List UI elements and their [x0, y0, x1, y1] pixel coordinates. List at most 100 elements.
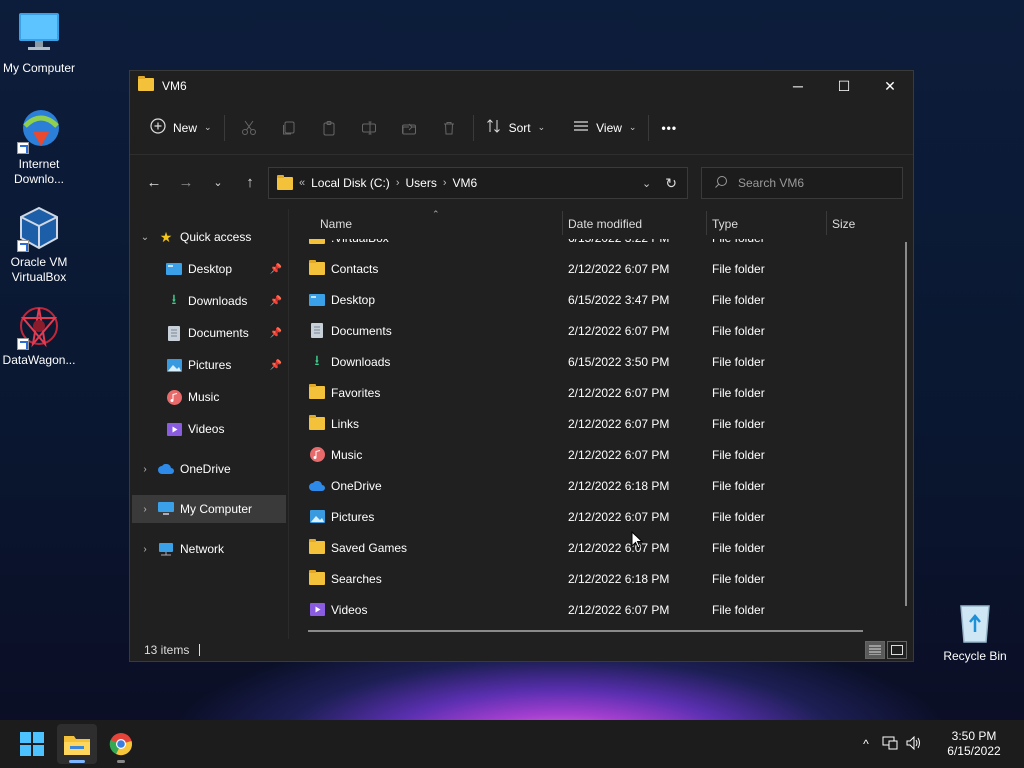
- nav-pictures[interactable]: Pictures 📌: [132, 351, 286, 379]
- column-header-size[interactable]: Size: [832, 217, 855, 231]
- network-icon[interactable]: [878, 736, 902, 753]
- file-name-cell[interactable]: Music: [308, 447, 362, 462]
- pane-divider[interactable]: [288, 209, 289, 639]
- close-button[interactable]: ✕: [867, 71, 913, 101]
- file-name-cell[interactable]: OneDrive: [308, 479, 382, 493]
- back-button[interactable]: ←: [138, 166, 170, 198]
- navigation-pane: ⌄ ★ Quick access Desktop 📌 ⭳ Downloads 📌…: [130, 213, 288, 638]
- file-name-cell[interactable]: Searches: [308, 570, 382, 586]
- nav-onedrive[interactable]: › OneDrive: [132, 455, 286, 483]
- file-name-cell[interactable]: Contacts: [308, 260, 378, 276]
- desktop-icon-datawagon[interactable]: DataWagon...: [0, 302, 78, 368]
- show-hidden-icons-chevron-icon[interactable]: ^: [854, 737, 878, 751]
- expand-chevron-icon[interactable]: ›: [132, 504, 158, 515]
- file-row[interactable]: Videos 2/12/2022 6:07 PM File folder: [290, 594, 900, 625]
- copy-icon[interactable]: [269, 112, 309, 144]
- breadcrumb-separator[interactable]: ›: [443, 177, 447, 189]
- tiles-view-toggle[interactable]: [887, 641, 907, 659]
- address-dropdown-icon[interactable]: ⌄: [642, 177, 651, 190]
- up-button[interactable]: ↑: [234, 166, 266, 198]
- file-row[interactable]: Links 2/12/2022 6:07 PM File folder: [290, 408, 900, 439]
- file-type: File folder: [712, 447, 765, 462]
- recent-locations-button[interactable]: ⌄: [202, 166, 234, 198]
- paste-icon[interactable]: [309, 112, 349, 144]
- refresh-icon[interactable]: ↻: [665, 175, 677, 192]
- taskbar-chrome[interactable]: [101, 724, 141, 764]
- breadcrumb-users[interactable]: Users: [405, 176, 436, 190]
- file-name-cell[interactable]: Documents: [308, 323, 392, 338]
- cut-icon[interactable]: [229, 112, 269, 144]
- file-type: File folder: [712, 416, 765, 431]
- expand-chevron-icon[interactable]: ›: [132, 544, 158, 555]
- address-bar[interactable]: « Local Disk (C:) › Users › VM6 ⌄ ↻: [268, 167, 688, 199]
- column-divider[interactable]: [826, 211, 827, 235]
- start-button[interactable]: [12, 724, 52, 764]
- file-name-cell[interactable]: Saved Games: [308, 539, 408, 555]
- search-input[interactable]: Search VM6: [738, 176, 804, 190]
- file-row[interactable]: Saved Games 2/12/2022 6:07 PM File folder: [290, 532, 900, 563]
- file-row[interactable]: OneDrive 2/12/2022 6:18 PM File folder: [290, 470, 900, 501]
- search-box[interactable]: Search VM6: [701, 167, 903, 199]
- file-type: File folder: [712, 478, 765, 493]
- file-row[interactable]: Searches 2/12/2022 6:18 PM File folder: [290, 563, 900, 594]
- file-row[interactable]: Favorites 2/12/2022 6:07 PM File folder: [290, 377, 900, 408]
- nav-my-computer[interactable]: › My Computer: [132, 495, 286, 523]
- desktop-icon-my-computer[interactable]: My Computer: [0, 10, 78, 76]
- maximize-button[interactable]: ☐: [821, 71, 867, 101]
- horizontal-scrollbar[interactable]: [308, 630, 863, 632]
- nav-documents[interactable]: Documents 📌: [132, 319, 286, 347]
- desktop-icon-internet-download-manager[interactable]: Internet Downlo...: [0, 106, 78, 187]
- nav-desktop[interactable]: Desktop 📌: [132, 255, 286, 283]
- column-divider[interactable]: [562, 211, 563, 235]
- file-name-cell[interactable]: Favorites: [308, 384, 380, 400]
- share-icon[interactable]: [389, 112, 429, 144]
- title-bar[interactable]: VM6 ─ ☐ ✕: [130, 71, 913, 101]
- minimize-button[interactable]: ─: [775, 71, 821, 101]
- breadcrumb-separator[interactable]: ›: [396, 177, 400, 189]
- column-header-type[interactable]: Type: [712, 217, 738, 231]
- file-name-cell[interactable]: Pictures: [308, 510, 374, 524]
- file-name-cell[interactable]: Desktop: [308, 293, 375, 307]
- desktop-icon-recycle-bin[interactable]: Recycle Bin: [936, 598, 1014, 664]
- breadcrumb-local-disk[interactable]: Local Disk (C:): [311, 176, 390, 190]
- overflow-chevron-icon[interactable]: «: [299, 177, 305, 189]
- nav-videos[interactable]: Videos: [132, 415, 286, 443]
- nav-quick-access[interactable]: ⌄ ★ Quick access: [132, 223, 286, 251]
- column-divider[interactable]: [706, 211, 707, 235]
- file-row[interactable]: Documents 2/12/2022 6:07 PM File folder: [290, 315, 900, 346]
- file-row[interactable]: Music 2/12/2022 6:07 PM File folder: [290, 439, 900, 470]
- expand-chevron-icon[interactable]: ›: [132, 464, 158, 475]
- file-row[interactable]: Pictures 2/12/2022 6:07 PM File folder: [290, 501, 900, 532]
- sort-button[interactable]: Sort ⌄: [478, 112, 554, 144]
- rename-icon[interactable]: [349, 112, 389, 144]
- details-view-toggle[interactable]: [865, 641, 885, 659]
- file-row[interactable]: ⭳ Downloads 6/15/2022 3:50 PM File folder: [290, 346, 900, 377]
- taskbar-file-explorer[interactable]: [57, 724, 97, 764]
- column-header-name[interactable]: Name: [320, 217, 352, 231]
- see-more-button[interactable]: •••: [653, 112, 685, 144]
- file-name-cell[interactable]: ⭳ Downloads: [308, 350, 391, 374]
- clock[interactable]: 3:50 PM 6/15/2022: [934, 729, 1014, 759]
- volume-icon[interactable]: [902, 735, 926, 753]
- file-name-cell[interactable]: Links: [308, 415, 359, 431]
- new-button[interactable]: New ⌄: [142, 112, 220, 144]
- view-button[interactable]: View ⌄: [565, 112, 644, 144]
- datawagon-icon: [15, 302, 63, 350]
- breadcrumb-vm6[interactable]: VM6: [453, 176, 478, 190]
- file-row[interactable]: Desktop 6/15/2022 3:47 PM File folder: [290, 284, 900, 315]
- delete-icon[interactable]: [429, 112, 469, 144]
- nav-downloads[interactable]: ⭳ Downloads 📌: [132, 287, 286, 315]
- column-header-date[interactable]: Date modified: [568, 217, 642, 231]
- clock-time: 3:50 PM: [951, 729, 997, 743]
- file-name: Saved Games: [331, 540, 408, 555]
- download-icon: ⭳: [171, 291, 177, 307]
- toolbar-divider: [472, 114, 474, 141]
- expand-chevron-icon[interactable]: ⌄: [132, 232, 158, 243]
- forward-button[interactable]: →: [170, 166, 202, 198]
- file-row[interactable]: Contacts 2/12/2022 6:07 PM File folder: [290, 253, 900, 284]
- nav-music[interactable]: Music: [132, 383, 286, 411]
- file-name-cell[interactable]: Videos: [308, 603, 367, 617]
- nav-network[interactable]: › Network: [132, 535, 286, 563]
- vertical-scrollbar[interactable]: [905, 242, 907, 606]
- desktop-icon-virtualbox[interactable]: Oracle VM VirtualBox: [0, 204, 78, 285]
